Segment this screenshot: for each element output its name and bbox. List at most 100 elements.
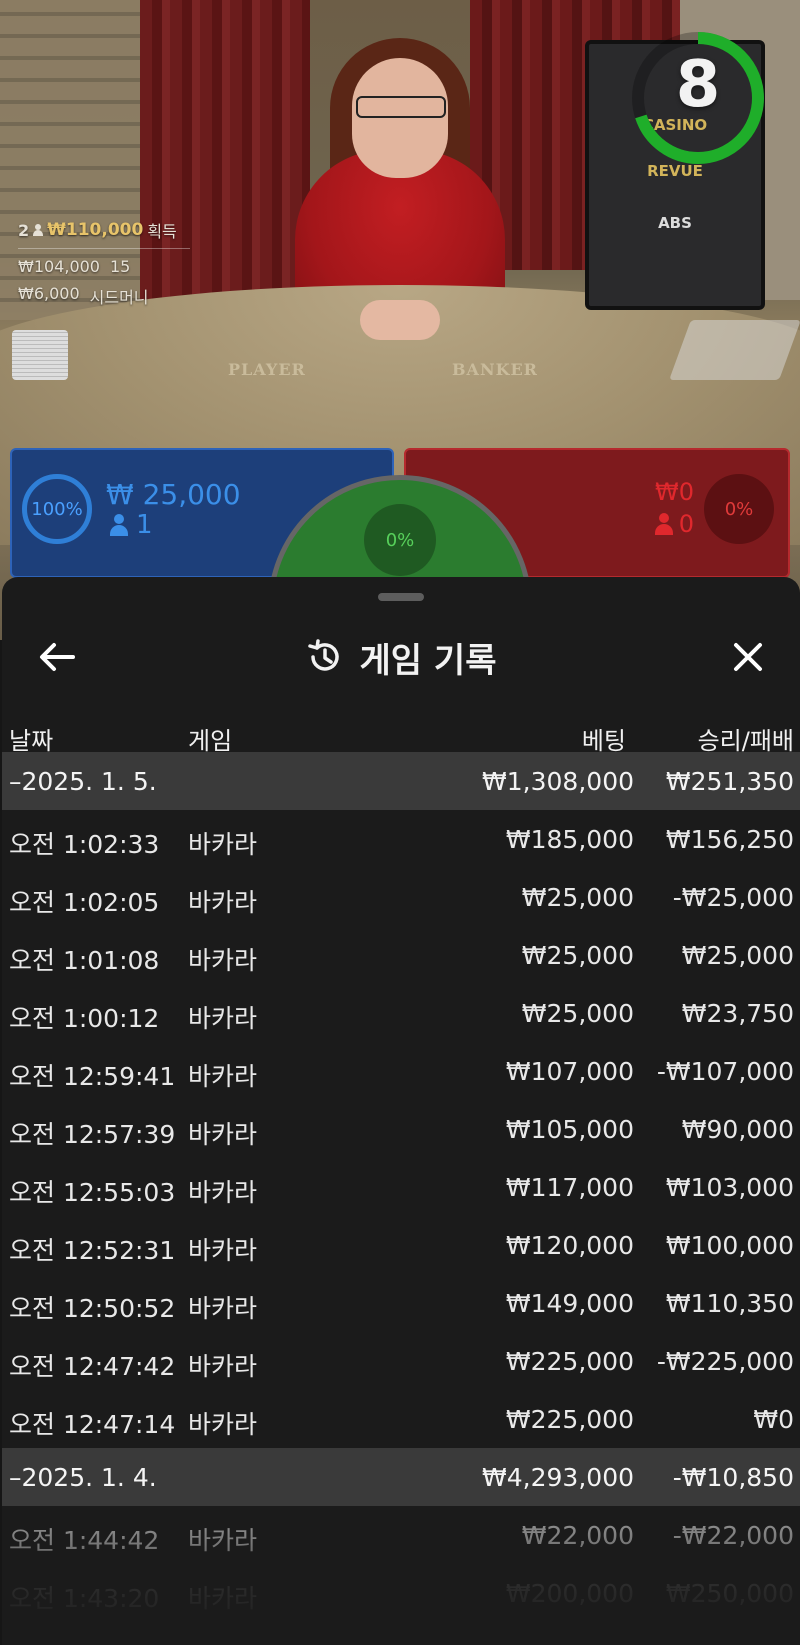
history-row[interactable]: 오전 12:57:39 바카라 ₩105,000 ₩90,000 — [2, 1100, 800, 1158]
row-bet: ₩185,000 — [505, 825, 634, 854]
history-row[interactable]: 오전 1:02:33 바카라 ₩185,000 ₩156,250 — [2, 810, 800, 868]
seed-label: 시드머니 — [89, 288, 149, 307]
history-row[interactable]: 오전 1:02:05 바카라 ₩25,000 -₩25,000 — [2, 868, 800, 926]
row-result: ₩110,350 — [665, 1289, 794, 1318]
history-row[interactable]: 오전 12:50:52 바카라 ₩149,000 ₩110,350 — [2, 1274, 800, 1332]
row-bet: ₩200,000 — [505, 1579, 634, 1608]
tie-percent: 0% — [364, 504, 436, 576]
row-result: ₩23,750 — [681, 999, 794, 1028]
group-date: –2025. 1. 4. — [9, 1463, 157, 1492]
group-bet-total: ₩4,293,000 — [482, 1463, 634, 1492]
history-row[interactable]: 오전 12:59:41 바카라 ₩107,000 -₩107,000 — [2, 1042, 800, 1100]
banker-percent: 0% — [704, 474, 774, 544]
row-result: ₩25,000 — [681, 941, 794, 970]
sheet-title: 게임 기록 — [2, 617, 800, 697]
row-bet: ₩225,000 — [505, 1405, 634, 1434]
card-shoe — [669, 320, 800, 380]
col-result: 승리/패배 — [697, 727, 794, 755]
row-time: 오전 1:01:08 — [9, 946, 160, 975]
row-time: 오전 1:02:33 — [9, 830, 160, 859]
group-result-total: ₩251,350 — [665, 767, 794, 796]
group-result-total: -₩10,850 — [672, 1463, 794, 1492]
history-row[interactable]: 오전 1:01:08 바카라 ₩25,000 ₩25,000 — [2, 926, 800, 984]
row-time: 오전 1:43:20 — [9, 1584, 160, 1613]
round-timer: 8 — [675, 48, 721, 122]
game-history-sheet: 게임 기록 날짜 게임 베팅 승리/패배 –2025. 1. 5. ₩1,308… — [2, 577, 800, 1645]
history-row[interactable]: 오전 1:43:20 바카라 ₩200,000 ₩250,000 — [2, 1564, 800, 1622]
row-result: ₩250,000 — [665, 1579, 794, 1608]
player-bet-amount: ₩ 25,000 — [106, 478, 241, 511]
history-row[interactable]: 오전 1:00:12 바카라 ₩25,000 ₩23,750 — [2, 984, 800, 1042]
row-bet: ₩25,000 — [521, 999, 634, 1028]
row-result: ₩156,250 — [665, 825, 794, 854]
row-time: 오전 1:44:42 — [9, 1526, 160, 1555]
row-game: 바카라 — [188, 1584, 258, 1613]
row-game: 바카라 — [188, 830, 258, 859]
row-bet: ₩105,000 — [505, 1115, 634, 1144]
row-game: 바카라 — [188, 1062, 258, 1091]
dealer-glasses — [356, 96, 446, 118]
col-date: 날짜 — [9, 727, 54, 755]
row-result: -₩22,000 — [672, 1521, 794, 1550]
col-bet: 베팅 — [581, 727, 626, 755]
total-bets: ₩104,000 — [18, 257, 100, 276]
person-icon — [654, 513, 673, 535]
row-game: 바카라 — [188, 946, 258, 975]
row-result: -₩25,000 — [672, 883, 794, 912]
date-group-row[interactable]: –2025. 1. 5. ₩1,308,000 ₩251,350 — [2, 752, 800, 810]
row-result: ₩90,000 — [681, 1115, 794, 1144]
sheet-header: 게임 기록 — [2, 617, 800, 697]
banker-bet-amount: ₩0 — [655, 478, 694, 506]
history-row[interactable]: 오전 12:52:31 바카라 ₩120,000 ₩100,000 — [2, 1216, 800, 1274]
drag-handle[interactable] — [378, 593, 424, 601]
dealer-face — [352, 58, 448, 178]
row-time: 오전 12:50:52 — [9, 1294, 176, 1323]
history-row[interactable]: 오전 12:55:03 바카라 ₩117,000 ₩103,000 — [2, 1158, 800, 1216]
row-game: 바카라 — [188, 1178, 258, 1207]
person-icon — [33, 224, 44, 236]
page-title: 게임 기록 — [359, 640, 497, 681]
history-list: –2025. 1. 5. ₩1,308,000 ₩251,350 오전 1:02… — [2, 752, 800, 1622]
row-result: ₩100,000 — [665, 1231, 794, 1260]
row-bet: ₩25,000 — [521, 941, 634, 970]
row-time: 오전 12:52:31 — [9, 1236, 176, 1265]
row-result: -₩225,000 — [656, 1347, 794, 1376]
group-date: –2025. 1. 5. — [9, 767, 157, 796]
player-count: 2 — [18, 220, 30, 240]
row-bet: ₩149,000 — [505, 1289, 634, 1318]
row-game: 바카라 — [188, 888, 258, 917]
row-result: ₩103,000 — [665, 1173, 794, 1202]
history-row[interactable]: 오전 12:47:42 바카라 ₩225,000 -₩225,000 — [2, 1332, 800, 1390]
table-stats: 2 ₩110,000 획득 ₩104,000 15 ₩6,000 시드머니 — [18, 218, 190, 308]
row-time: 오전 12:57:39 — [9, 1120, 176, 1149]
winnings-amount: ₩110,000 — [47, 220, 144, 240]
player-percent: 100% — [22, 474, 92, 544]
date-group-row[interactable]: –2025. 1. 4. ₩4,293,000 -₩10,850 — [2, 1448, 800, 1506]
row-bet: ₩117,000 — [505, 1173, 634, 1202]
player-bettors: 1 — [110, 510, 153, 540]
table-word-player: PLAYER — [228, 360, 306, 379]
row-time: 오전 1:00:12 — [9, 1004, 160, 1033]
row-time: 오전 12:47:42 — [9, 1352, 176, 1381]
row-game: 바카라 — [188, 1352, 258, 1381]
row-bet: ₩107,000 — [505, 1057, 634, 1086]
sign-logo: ABS — [658, 214, 692, 232]
winnings-label: 획득 — [147, 222, 177, 241]
row-bet: ₩22,000 — [521, 1521, 634, 1550]
row-game: 바카라 — [188, 1410, 258, 1439]
row-bet: ₩25,000 — [521, 883, 634, 912]
banker-bettors: 0 — [654, 510, 694, 538]
close-icon — [734, 643, 762, 671]
history-row[interactable]: 오전 12:47:14 바카라 ₩225,000 ₩0 — [2, 1390, 800, 1448]
person-icon — [110, 514, 128, 536]
row-bet: ₩225,000 — [505, 1347, 634, 1376]
row-result: ₩0 — [753, 1405, 794, 1434]
row-time: 오전 12:59:41 — [9, 1062, 176, 1091]
close-button[interactable] — [722, 617, 774, 697]
dealer-hands — [360, 300, 440, 340]
history-row[interactable]: 오전 1:44:42 바카라 ₩22,000 -₩22,000 — [2, 1506, 800, 1564]
card-stack — [12, 330, 68, 380]
table-word-banker: BANKER — [452, 360, 538, 379]
row-game: 바카라 — [188, 1236, 258, 1265]
history-icon — [307, 639, 339, 671]
